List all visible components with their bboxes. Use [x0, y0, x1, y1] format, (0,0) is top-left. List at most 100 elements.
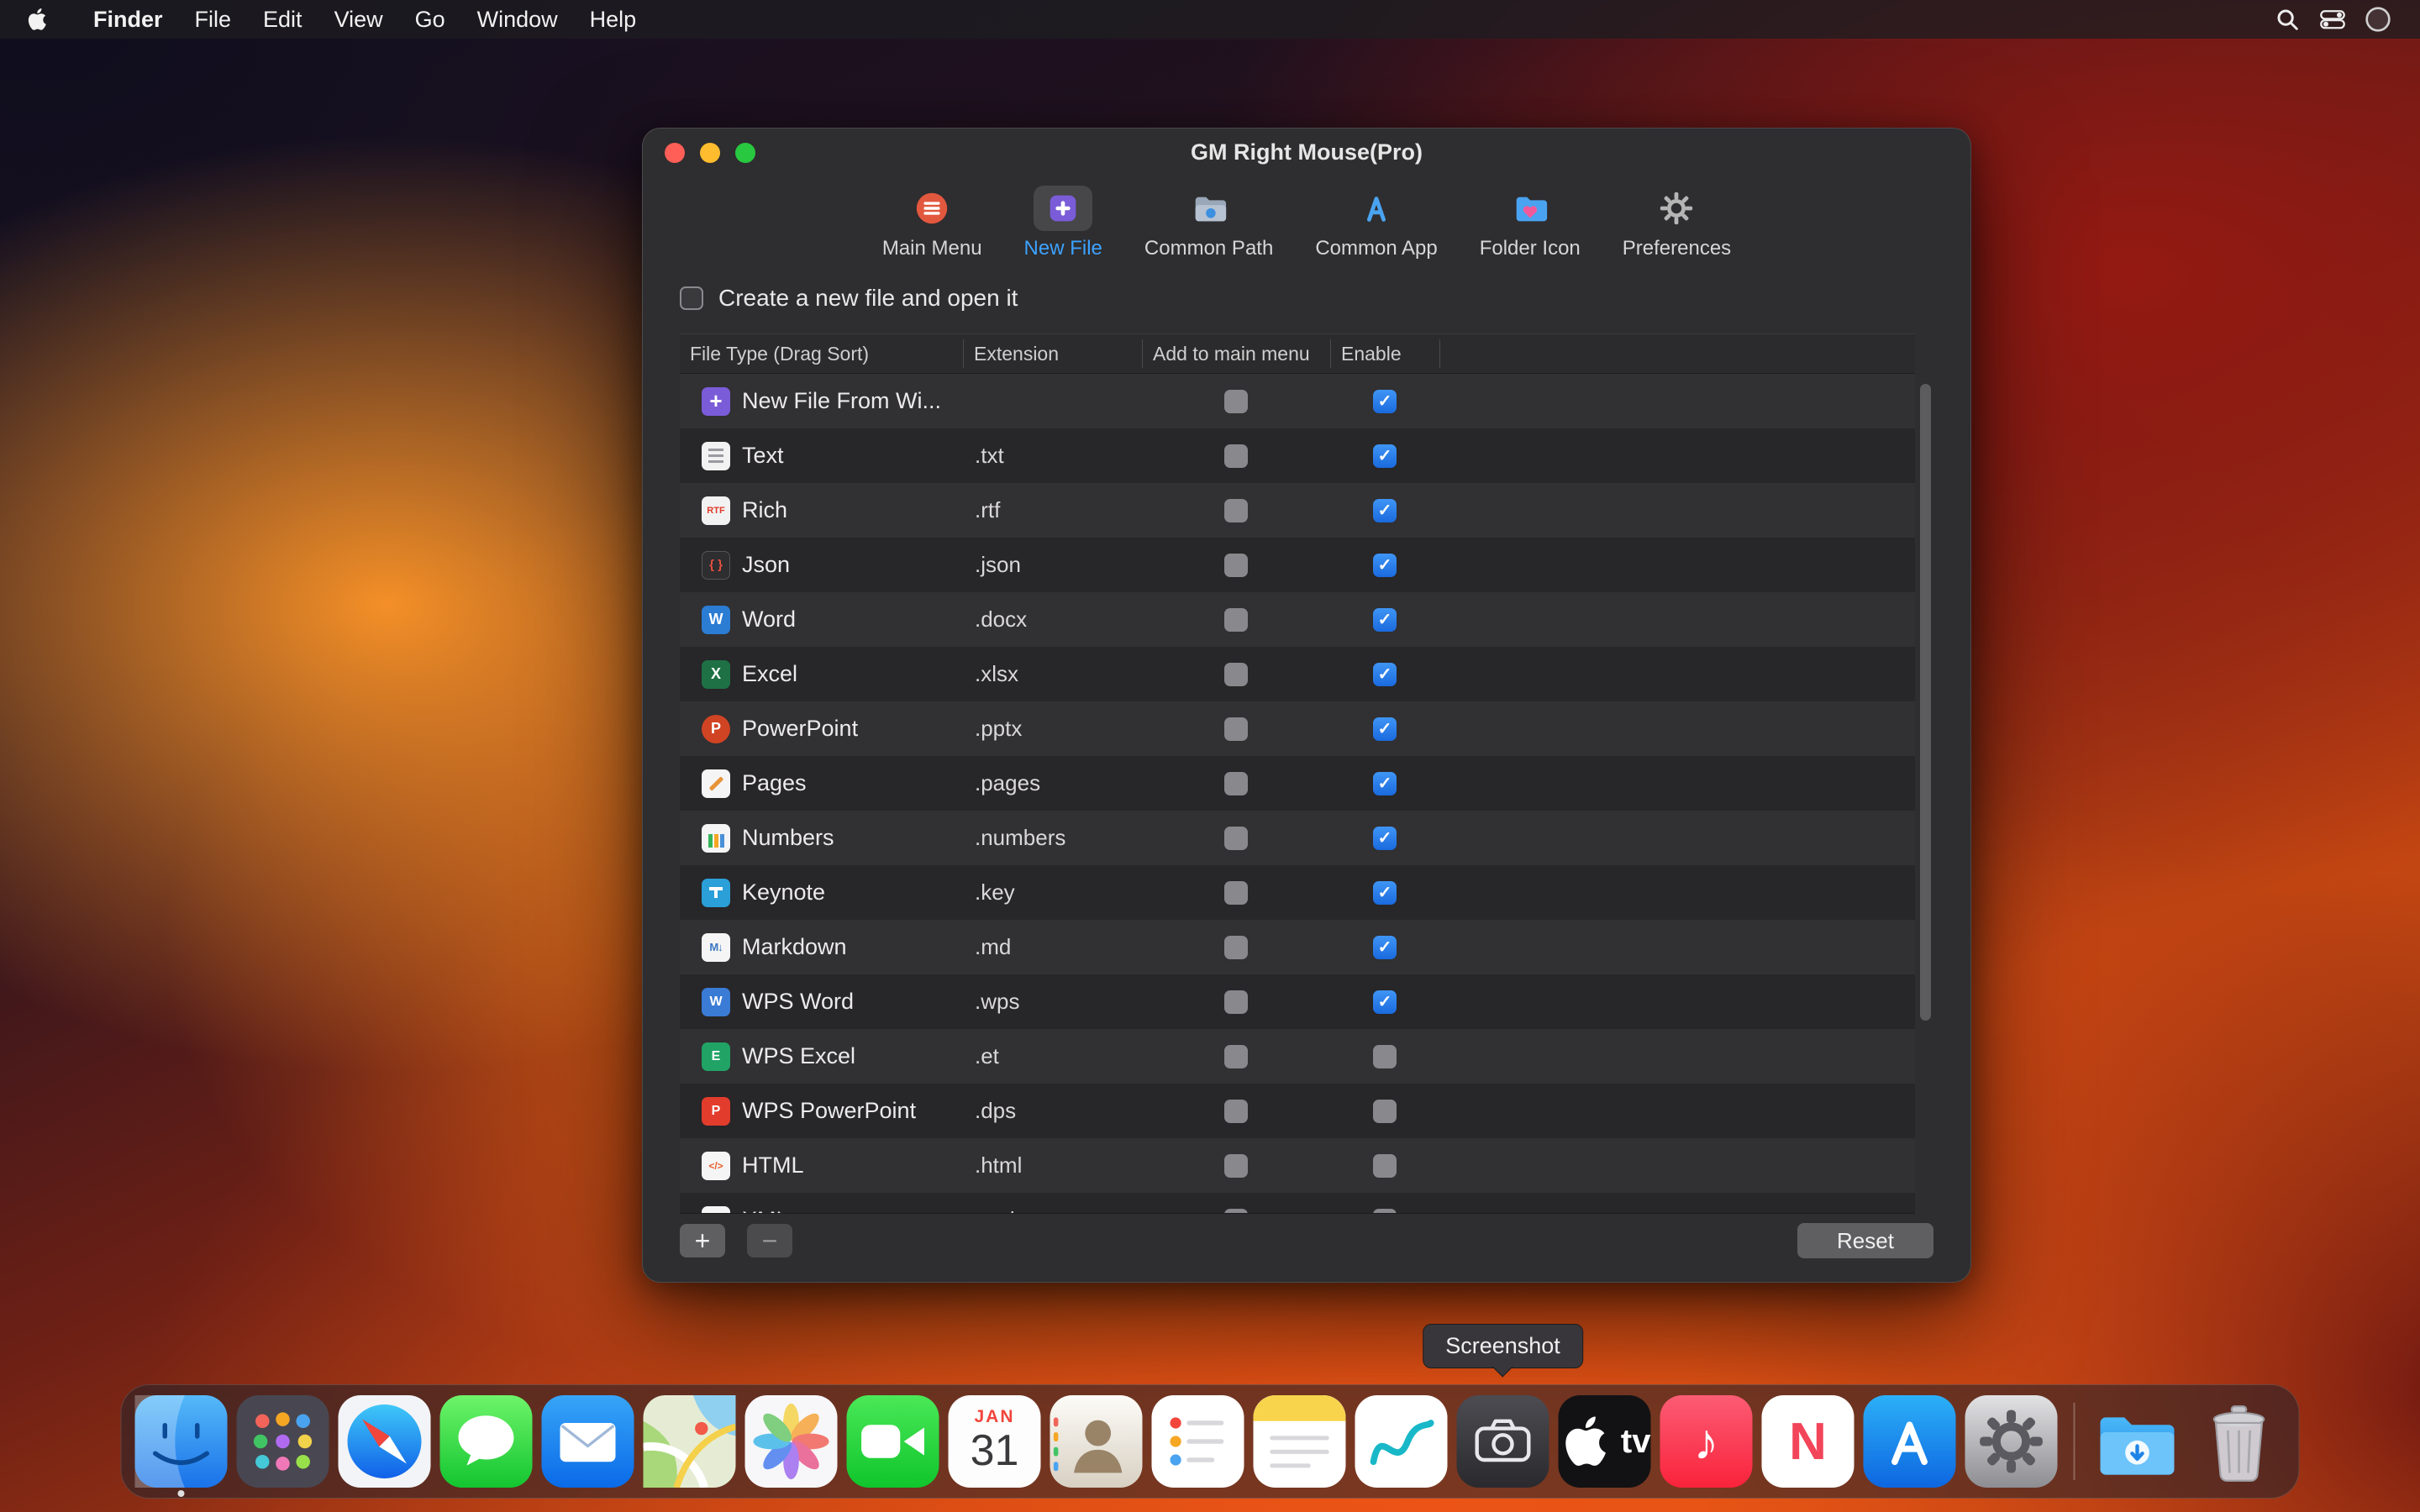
tab-common-app[interactable]: Common App [1307, 181, 1445, 265]
dock-item-freeform[interactable] [1355, 1395, 1448, 1488]
add-to-main-menu-checkbox[interactable] [1224, 390, 1248, 413]
add-to-main-menu-checkbox[interactable] [1224, 936, 1248, 959]
scrollbar-thumb[interactable] [1920, 384, 1931, 1021]
add-to-main-menu-checkbox[interactable] [1224, 608, 1248, 632]
dock-item-music[interactable]: ♪ [1660, 1395, 1753, 1488]
enable-checkbox[interactable] [1373, 444, 1397, 468]
table-row[interactable]: Rich .rtf [680, 483, 1915, 538]
add-to-main-menu-checkbox[interactable] [1224, 990, 1248, 1014]
dock-item-messages[interactable] [440, 1395, 533, 1488]
dock-item-screenshot[interactable]: Screenshot [1457, 1395, 1549, 1488]
enable-checkbox[interactable] [1373, 772, 1397, 795]
enable-checkbox[interactable] [1373, 608, 1397, 632]
tab-folder-icon[interactable]: Folder Icon [1471, 181, 1589, 265]
enable-checkbox[interactable] [1373, 1209, 1397, 1215]
table-row[interactable]: WPS Excel .et [680, 1029, 1915, 1084]
tab-common-path[interactable]: Common Path [1136, 181, 1281, 265]
dock-item-mail[interactable] [542, 1395, 634, 1488]
dock-item-tv[interactable]: tv [1559, 1395, 1651, 1488]
column-header-add-to-main-menu[interactable]: Add to main menu [1142, 339, 1330, 368]
table-row[interactable]: Keynote .key [680, 865, 1915, 920]
dock-item-downloads[interactable] [2091, 1395, 2184, 1488]
enable-checkbox[interactable] [1373, 717, 1397, 741]
tab-new-file[interactable]: New File [1016, 181, 1111, 265]
add-to-main-menu-checkbox[interactable] [1224, 554, 1248, 577]
table-row[interactable]: Markdown .md [680, 920, 1915, 974]
dock-item-app-store[interactable] [1864, 1395, 1956, 1488]
add-to-main-menu-checkbox[interactable] [1224, 772, 1248, 795]
menu-item-window[interactable]: Window [461, 7, 574, 33]
menu-item-go[interactable]: Go [399, 7, 461, 33]
add-to-main-menu-checkbox[interactable] [1224, 717, 1248, 741]
table-row[interactable]: WPS Word .wps [680, 974, 1915, 1029]
column-header-extension[interactable]: Extension [963, 339, 1142, 368]
dock-item-launchpad[interactable] [237, 1395, 329, 1488]
add-to-main-menu-checkbox[interactable] [1224, 663, 1248, 686]
dock-item-maps[interactable] [644, 1395, 736, 1488]
table-row[interactable]: HTML .html [680, 1138, 1915, 1193]
minimize-button[interactable] [700, 143, 720, 163]
dock-item-calendar[interactable]: JAN 31 [949, 1395, 1041, 1488]
table-row[interactable]: Numbers .numbers [680, 811, 1915, 865]
table-row[interactable]: PowerPoint .pptx [680, 701, 1915, 756]
close-button[interactable] [665, 143, 685, 163]
search-icon[interactable] [2270, 5, 2304, 34]
menu-item-file[interactable]: File [179, 7, 248, 33]
enable-checkbox[interactable] [1373, 990, 1397, 1014]
enable-checkbox[interactable] [1373, 1100, 1397, 1123]
dock-item-finder[interactable] [135, 1395, 228, 1488]
reset-button[interactable]: Reset [1797, 1223, 1933, 1258]
enable-checkbox[interactable] [1373, 663, 1397, 686]
add-to-main-menu-checkbox[interactable] [1224, 827, 1248, 850]
zoom-button[interactable] [735, 143, 755, 163]
table-row[interactable]: Excel .xlsx [680, 647, 1915, 701]
enable-checkbox[interactable] [1373, 1045, 1397, 1068]
tab-label: New File [1024, 237, 1102, 260]
add-to-main-menu-checkbox[interactable] [1224, 444, 1248, 468]
menu-item-help[interactable]: Help [574, 7, 653, 33]
dock-item-reminders[interactable] [1152, 1395, 1244, 1488]
dock-item-system-settings[interactable] [1965, 1395, 2058, 1488]
column-header-enable[interactable]: Enable [1330, 339, 1439, 368]
tab-preferences[interactable]: Preferences [1614, 181, 1739, 265]
menu-item-view[interactable]: View [318, 7, 399, 33]
enable-checkbox[interactable] [1373, 827, 1397, 850]
user-circle-icon[interactable] [2361, 5, 2395, 34]
add-to-main-menu-checkbox[interactable] [1224, 881, 1248, 905]
dock-item-contacts[interactable] [1050, 1395, 1143, 1488]
add-to-main-menu-checkbox[interactable] [1224, 1154, 1248, 1178]
control-center-icon[interactable] [2316, 5, 2349, 34]
enable-checkbox[interactable] [1373, 554, 1397, 577]
table-row[interactable]: Word .docx [680, 592, 1915, 647]
enable-checkbox[interactable] [1373, 1154, 1397, 1178]
column-header-file-type[interactable]: File Type (Drag Sort) [680, 339, 963, 368]
enable-checkbox[interactable] [1373, 499, 1397, 522]
table-row[interactable]: XML .xml [680, 1193, 1915, 1214]
add-to-main-menu-checkbox[interactable] [1224, 1045, 1248, 1068]
table-row[interactable]: New File From Wi... [680, 374, 1915, 428]
add-to-main-menu-checkbox[interactable] [1224, 1100, 1248, 1123]
remove-file-type-button[interactable]: − [747, 1224, 792, 1257]
add-to-main-menu-checkbox[interactable] [1224, 499, 1248, 522]
add-file-type-button[interactable]: + [680, 1224, 725, 1257]
create-new-file-checkbox[interactable] [680, 286, 703, 310]
table-row[interactable]: Pages .pages [680, 756, 1915, 811]
apple-menu-icon[interactable] [25, 6, 52, 33]
tab-main-menu[interactable]: Main Menu [874, 181, 991, 265]
dock-item-photos[interactable] [745, 1395, 838, 1488]
dock-item-safari[interactable] [339, 1395, 431, 1488]
enable-checkbox[interactable] [1373, 936, 1397, 959]
table-scrollbar[interactable] [1920, 374, 1932, 1214]
add-to-main-menu-checkbox[interactable] [1224, 1209, 1248, 1215]
dock-item-trash[interactable] [2193, 1395, 2286, 1488]
dock-item-facetime[interactable] [847, 1395, 939, 1488]
dock-item-notes[interactable] [1254, 1395, 1346, 1488]
table-row[interactable]: Json .json [680, 538, 1915, 592]
enable-checkbox[interactable] [1373, 881, 1397, 905]
table-row[interactable]: Text .txt [680, 428, 1915, 483]
table-row[interactable]: WPS PowerPoint .dps [680, 1084, 1915, 1138]
menu-item-finder[interactable]: Finder [77, 7, 179, 33]
enable-checkbox[interactable] [1373, 390, 1397, 413]
menu-item-edit[interactable]: Edit [247, 7, 318, 33]
dock-item-news[interactable]: N [1762, 1395, 1854, 1488]
